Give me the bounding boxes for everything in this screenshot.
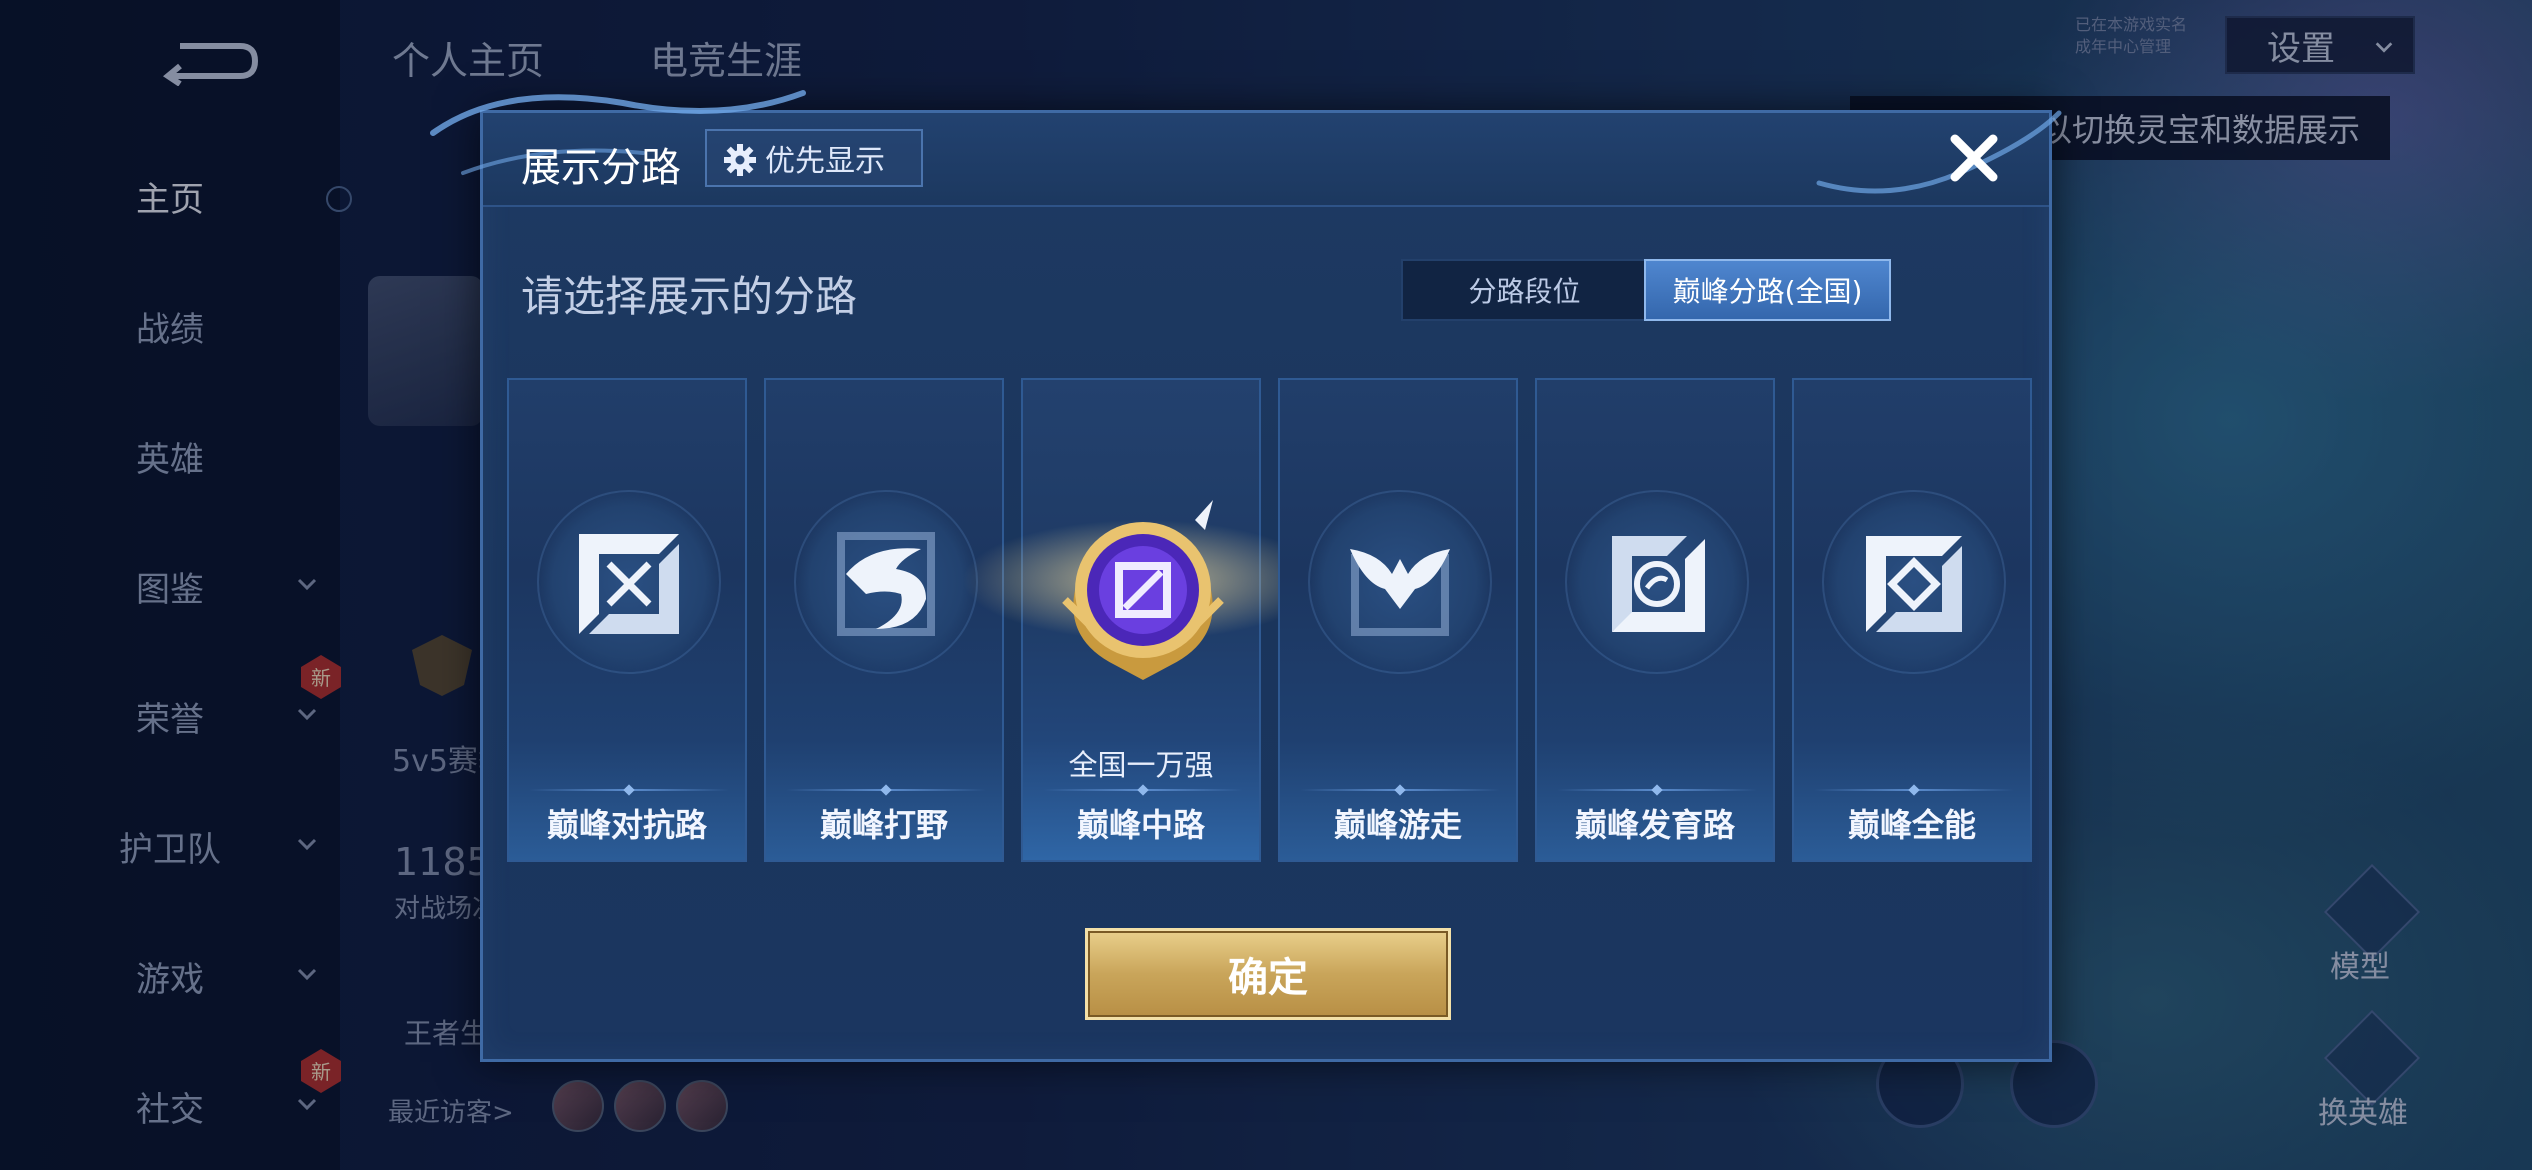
card-divider	[1300, 789, 1500, 791]
card-divider	[529, 789, 729, 791]
lane-name: 巅峰打野	[819, 806, 948, 844]
priority-display-button[interactable]: 优先显示	[705, 129, 923, 187]
card-divider	[1043, 789, 1243, 791]
lane-name: 巅峰游走	[1333, 806, 1462, 844]
all-round-icon	[1866, 536, 1962, 632]
lane-card-roam[interactable]: 巅峰游走	[1278, 378, 1518, 862]
lane-name: 巅峰发育路	[1574, 806, 1735, 844]
lane-mode-toggle: 分路段位 巅峰分路(全国)	[1401, 259, 1891, 321]
gear-icon	[724, 144, 756, 176]
lane-card-mid[interactable]: 全国一万强 巅峰中路	[963, 378, 1323, 862]
card-divider	[786, 789, 986, 791]
dialog-header: 展示分路 优先显示	[430, 90, 2062, 207]
lane-card-all-round[interactable]: 巅峰全能	[1792, 378, 2032, 862]
lane-name: 巅峰全能	[1847, 806, 1976, 844]
card-divider	[1557, 789, 1757, 791]
tab-peak-lane-national[interactable]: 巅峰分路(全国)	[1644, 259, 1891, 321]
lane-card-farm[interactable]: 巅峰发育路	[1535, 378, 1775, 862]
lane-rank-text: 全国一万强	[1068, 748, 1214, 782]
jungle-dragon-icon	[837, 532, 935, 636]
selection-prompt: 请选择展示的分路	[521, 272, 858, 321]
card-divider	[1814, 789, 2014, 791]
lane-display-dialog: 展示分路 优先显示 请选择展示的分路 分路段位 巅峰分路(全国) 巅峰对抗路 巅…	[430, 90, 2062, 1062]
dialog-title: 展示分路	[521, 145, 681, 191]
tab-lane-rank[interactable]: 分路段位	[1403, 261, 1646, 319]
lane-name: 巅峰对抗路	[546, 806, 707, 844]
lane-name: 巅峰中路	[1076, 806, 1205, 844]
roam-wings-icon	[1350, 549, 1450, 636]
lane-card-clash[interactable]: 巅峰对抗路	[507, 378, 747, 862]
close-icon[interactable]	[1943, 127, 2005, 189]
farm-lane-icon	[1612, 536, 1705, 632]
clash-lane-icon	[579, 534, 679, 634]
decorative-swirl-icon	[1816, 110, 2062, 194]
mid-lane-medal-icon	[1062, 500, 1224, 680]
confirm-button[interactable]: 确定	[1085, 928, 1451, 1020]
